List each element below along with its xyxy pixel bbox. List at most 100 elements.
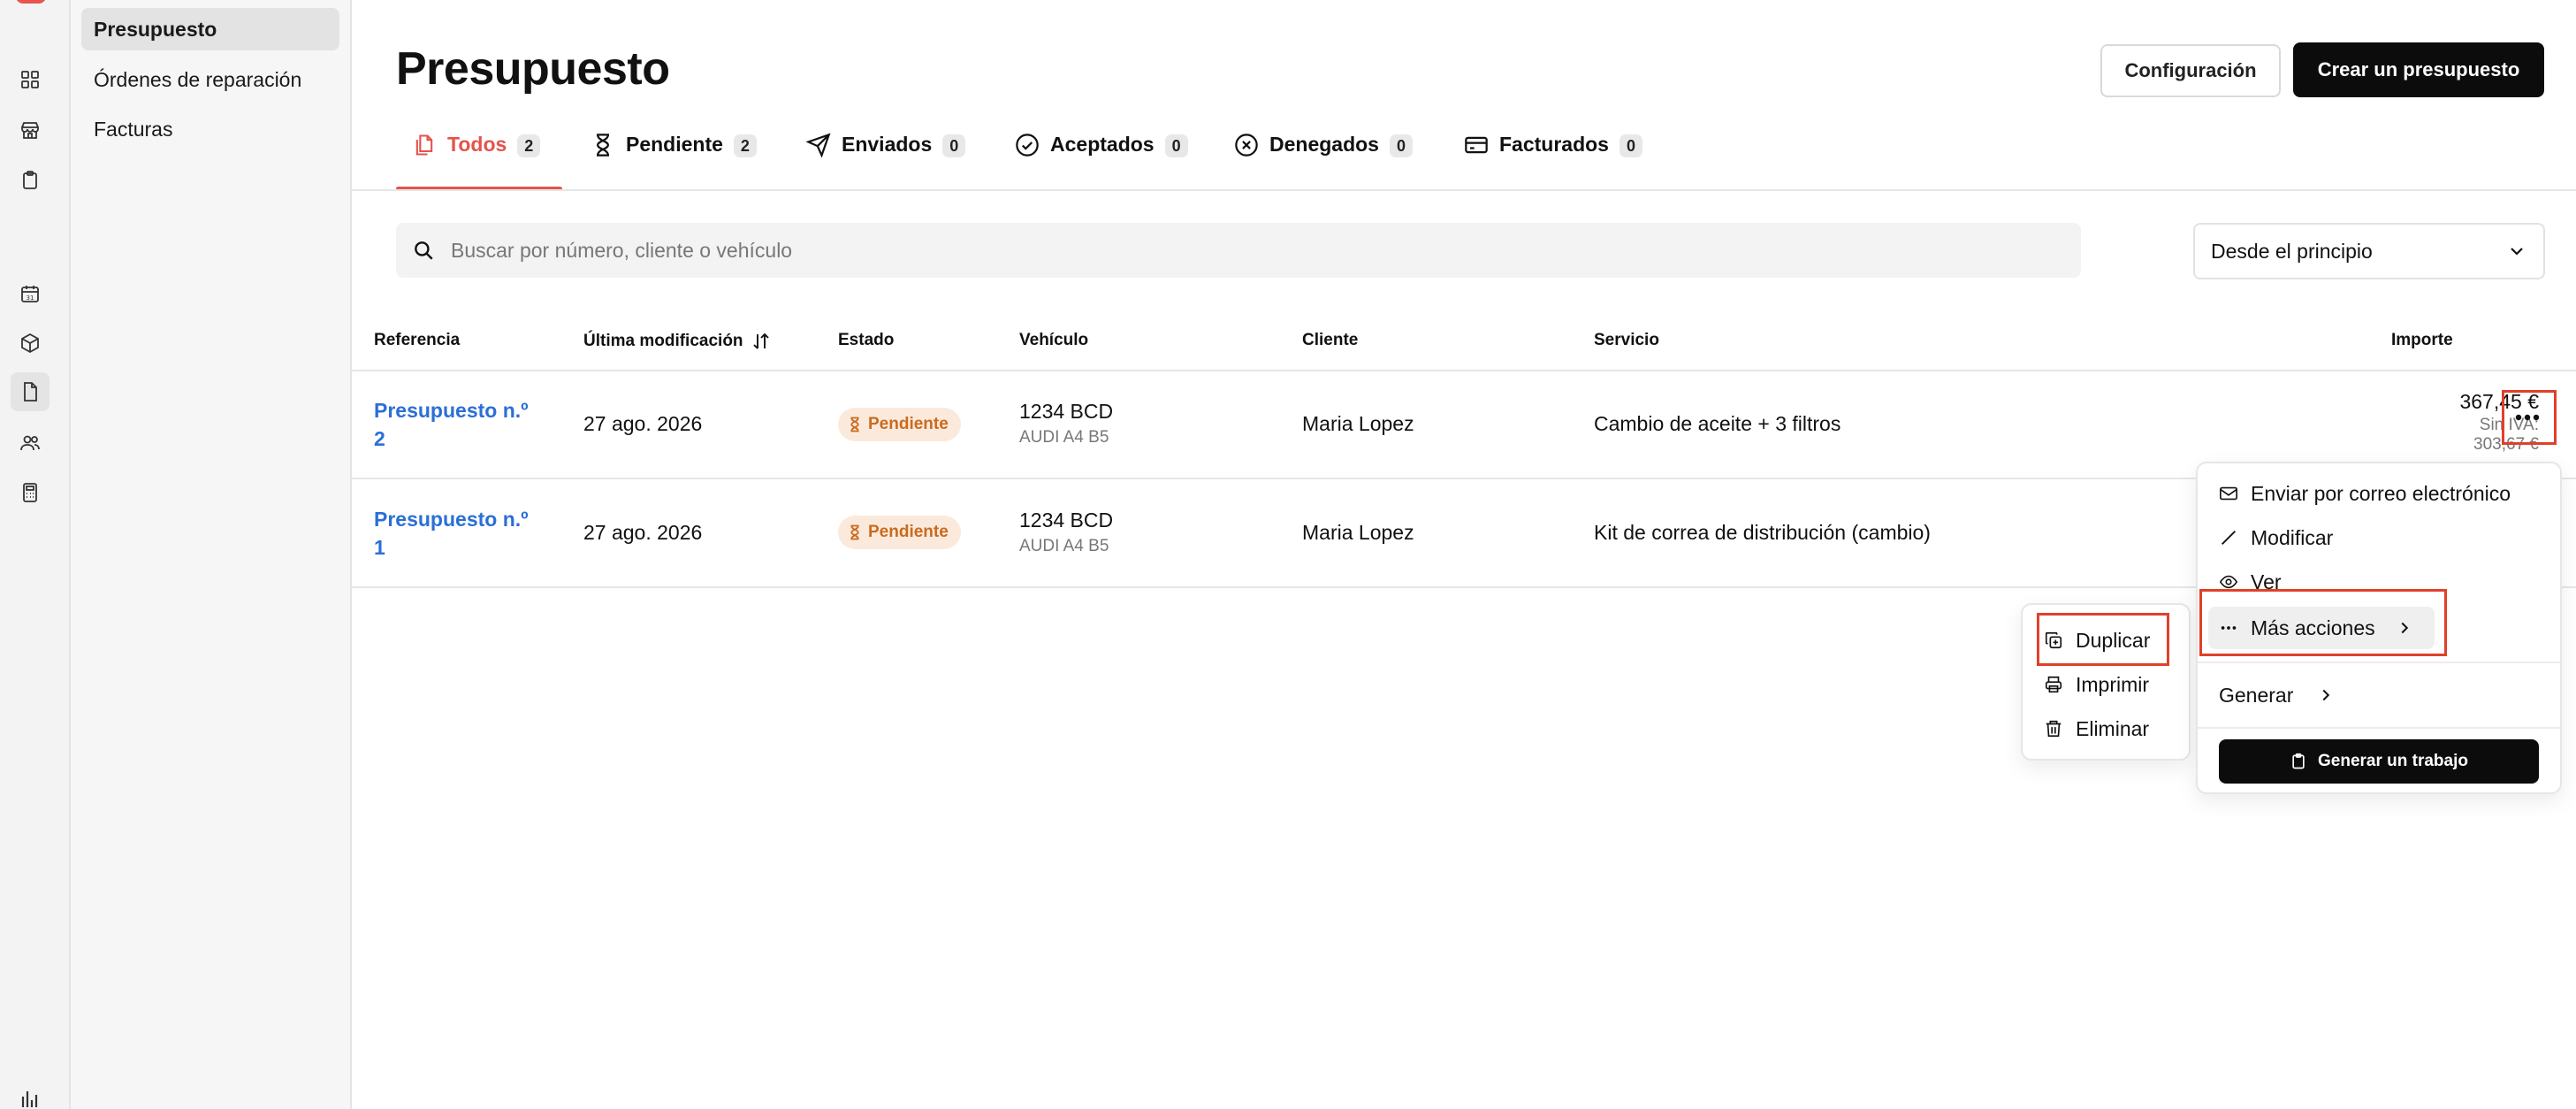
more-horizontal-icon [2515, 414, 2540, 421]
more-horizontal-icon [2221, 626, 2237, 630]
tab-count: 0 [1619, 134, 1642, 157]
reference-link[interactable]: Presupuesto n.º 1 [374, 505, 529, 562]
tab-denegados[interactable]: Denegados 0 [1234, 124, 1413, 190]
column-header-modificacion[interactable]: Última modificación [583, 331, 772, 352]
dashboard-icon[interactable] [18, 67, 42, 92]
hourglass-icon [850, 417, 859, 432]
vehicle-plate: 1234 BCD [1019, 509, 1114, 532]
tab-pendiente[interactable]: Pendiente 2 [591, 124, 757, 190]
print-menu-item[interactable]: Imprimir [2044, 665, 2149, 704]
generate-job-button[interactable]: Generar un trabajo [2219, 739, 2539, 784]
eye-icon [2219, 575, 2238, 589]
tab-count: 2 [517, 134, 541, 157]
menu-item-label: Ver [2251, 570, 2282, 593]
icon-rail: 31 [0, 0, 71, 1109]
clipboard-icon[interactable] [18, 168, 42, 193]
brand-logo[interactable] [16, 0, 46, 4]
send-email-menu-item[interactable]: Enviar por correo electrónico [2219, 474, 2511, 513]
document-icon[interactable] [11, 372, 50, 411]
mail-icon [2220, 486, 2237, 501]
delete-menu-item[interactable]: Eliminar [2044, 709, 2149, 748]
svg-text:31: 31 [27, 294, 34, 302]
main-content: Presupuesto Configuración Crear un presu… [352, 0, 2576, 1109]
tabs-divider [352, 189, 2576, 191]
column-header-vehiculo[interactable]: Vehículo [1019, 331, 1088, 350]
reference-number: 1 [374, 536, 385, 559]
search-icon [415, 241, 433, 260]
status-tabs: Todos 2 Pendiente 2 Enviados 0 Aceptados… [396, 124, 2576, 191]
calendar-icon[interactable]: 31 [18, 281, 42, 306]
service-description: Cambio de aceite + 3 filtros [1594, 412, 1841, 435]
period-select[interactable]: Desde el principio [2193, 223, 2545, 279]
tab-aceptados[interactable]: Aceptados 0 [1015, 124, 1188, 190]
reference-link[interactable]: Presupuesto n.º 2 [374, 396, 529, 453]
tab-facturados[interactable]: Facturados 0 [1464, 124, 1642, 190]
column-header-cliente[interactable]: Cliente [1302, 331, 1358, 350]
menu-item-label: Eliminar [2076, 716, 2150, 740]
create-quote-button[interactable]: Crear un presupuesto [2293, 42, 2544, 97]
duplicate-menu-item[interactable]: Duplicar [2044, 621, 2150, 660]
hourglass-icon [597, 134, 609, 157]
tab-label: Enviados [842, 133, 933, 156]
sidebar-item-ordenes[interactable]: Órdenes de reparación [81, 58, 339, 101]
search-bar [396, 223, 2081, 278]
page-title: Presupuesto [396, 43, 670, 95]
service-description: Kit de correa de distribución (cambio) [1594, 521, 1931, 544]
tab-todos[interactable]: Todos 2 [396, 124, 562, 191]
sort-icon [752, 333, 769, 349]
vehicle-model: AUDI A4 B5 [1019, 537, 1109, 555]
box-icon[interactable] [18, 331, 42, 356]
reference-text: Presupuesto n.º [374, 508, 529, 531]
tab-count: 0 [942, 134, 966, 157]
menu-item-label: Imprimir [2076, 672, 2150, 696]
sidebar-item-facturas[interactable]: Facturas [81, 108, 339, 150]
users-icon[interactable] [18, 431, 42, 455]
chevron-down-icon [2511, 248, 2523, 256]
status-label: Pendiente [868, 415, 949, 433]
column-header-referencia[interactable]: Referencia [374, 331, 460, 350]
client-name: Maria Lopez [1302, 521, 1414, 544]
client-name: Maria Lopez [1302, 412, 1414, 435]
chart-icon[interactable] [18, 1086, 42, 1109]
section-sidebar: Presupuesto Órdenes de reparación Factur… [71, 0, 352, 1109]
configuration-button[interactable]: Configuración [2100, 44, 2281, 97]
modified-date: 27 ago. 2026 [583, 412, 703, 435]
row-actions-button[interactable] [2502, 394, 2553, 440]
copy-icon [2045, 631, 2062, 649]
chevron-right-icon [2322, 689, 2330, 701]
column-header-estado[interactable]: Estado [838, 331, 894, 350]
store-icon[interactable] [18, 118, 42, 142]
sidebar-item-label: Facturas [94, 117, 173, 141]
column-header-importe[interactable]: Importe [2391, 331, 2453, 350]
tab-count: 0 [1164, 134, 1188, 157]
vehicle-model: AUDI A4 B5 [1019, 428, 1109, 447]
tab-count: 0 [1389, 134, 1413, 157]
tab-count: 2 [733, 134, 757, 157]
tab-enviados[interactable]: Enviados 0 [806, 124, 966, 190]
reference-text: Presupuesto n.º [374, 399, 529, 422]
tab-label: Todos [447, 133, 507, 156]
trash-icon [2046, 720, 2062, 738]
check-circle-icon [1016, 134, 1039, 157]
documents-icon [415, 134, 433, 156]
sidebar-item-presupuesto[interactable]: Presupuesto [81, 8, 339, 50]
more-actions-menu-item[interactable]: Más acciones [2219, 608, 2414, 647]
sidebar-item-label: Presupuesto [94, 17, 217, 41]
menu-item-label: Duplicar [2076, 628, 2151, 652]
reference-number: 2 [374, 427, 385, 450]
pencil-icon [2222, 531, 2236, 545]
period-select-value: Desde el principio [2211, 239, 2373, 263]
column-header-servicio[interactable]: Servicio [1594, 331, 1659, 350]
modify-menu-item[interactable]: Modificar [2219, 518, 2333, 557]
status-label: Pendiente [868, 523, 949, 541]
credit-card-icon [1465, 136, 1488, 154]
vehicle-plate: 1234 BCD [1019, 400, 1114, 423]
tab-label: Facturados [1499, 133, 1609, 156]
menu-divider [2198, 727, 2560, 729]
menu-item-label: Enviar por correo electrónico [2251, 481, 2511, 505]
calculator-icon[interactable] [18, 480, 42, 505]
view-menu-item[interactable]: Ver [2219, 562, 2282, 601]
generate-menu-item[interactable]: Generar [2219, 676, 2336, 715]
search-input[interactable] [451, 238, 2042, 263]
clipboard-icon [2292, 753, 2305, 769]
